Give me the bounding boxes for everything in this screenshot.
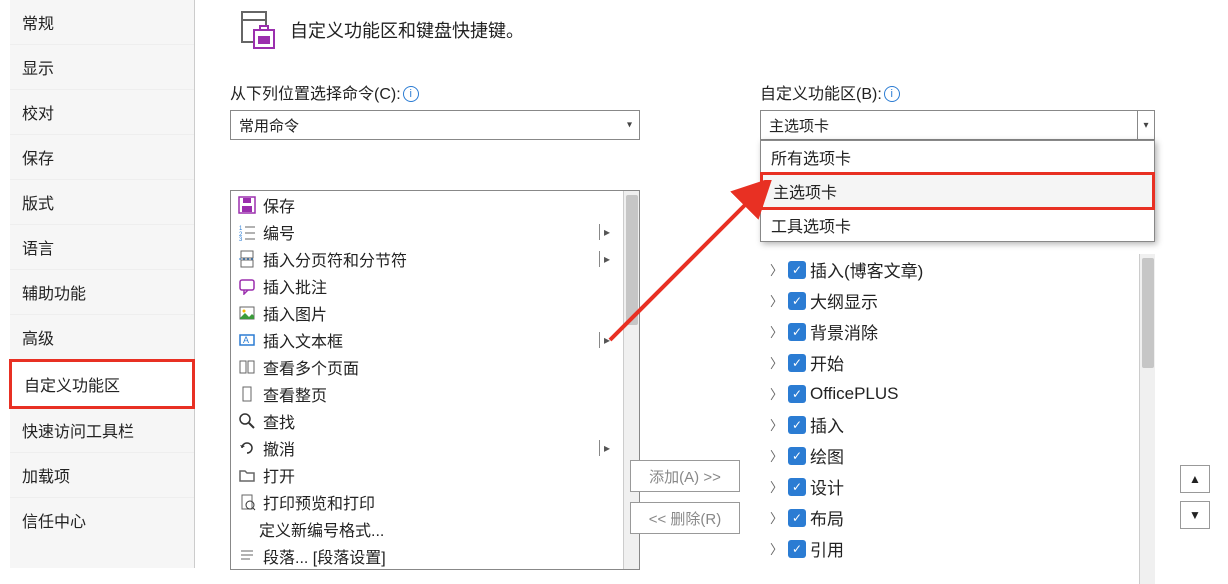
sidebar-item-addins[interactable]: 加载项 <box>10 453 194 498</box>
sidebar-item-accessibility[interactable]: 辅助功能 <box>10 270 194 315</box>
cmd-item-page-break[interactable]: 插入分页符和分节符 ▸ <box>231 245 623 272</box>
customize-ribbon-icon <box>238 10 278 50</box>
checkbox-checked-icon[interactable]: ✓ <box>788 292 806 310</box>
tree-item-design[interactable]: 〉 ✓ 设计 <box>760 471 1139 502</box>
cmd-item-undo[interactable]: 撤消 ▸ <box>231 434 623 461</box>
cmd-item-comment[interactable]: 插入批注 <box>231 272 623 299</box>
add-button[interactable]: 添加(A) >> <box>630 460 740 492</box>
tree-item-references[interactable]: 〉 ✓ 引用 <box>760 533 1139 564</box>
expand-icon[interactable]: ▸ <box>599 440 617 456</box>
tree-item-background-remove[interactable]: 〉 ✓ 背景消除 <box>760 316 1139 347</box>
checkbox-checked-icon[interactable]: ✓ <box>788 354 806 372</box>
find-icon <box>237 411 257 431</box>
textbox-icon: A <box>237 330 257 350</box>
expand-icon[interactable]: ▸ <box>599 224 617 240</box>
checkbox-checked-icon[interactable]: ✓ <box>788 385 806 403</box>
sidebar-item-language[interactable]: 语言 <box>10 225 194 270</box>
sidebar-item-quick-access[interactable]: 快速访问工具栏 <box>10 408 194 453</box>
chevron-right-icon[interactable]: 〉 <box>770 353 784 372</box>
onepage-icon <box>237 384 257 404</box>
scrollbar[interactable] <box>1139 254 1155 584</box>
chevron-right-icon[interactable]: 〉 <box>770 477 784 496</box>
chevron-right-icon[interactable]: 〉 <box>770 384 784 403</box>
open-icon <box>237 465 257 485</box>
checkbox-checked-icon[interactable]: ✓ <box>788 540 806 558</box>
save-icon <box>237 195 257 215</box>
ribbon-tree[interactable]: 〉 ✓ 插入(博客文章) 〉 ✓ 大纲显示 〉 ✓ 背景消除 〉 ✓ 开始 〉 <box>760 254 1155 584</box>
checkbox-checked-icon[interactable]: ✓ <box>788 323 806 341</box>
chevron-right-icon[interactable]: 〉 <box>770 260 784 279</box>
chevron-right-icon[interactable]: 〉 <box>770 539 784 558</box>
checkbox-checked-icon[interactable]: ✓ <box>788 478 806 496</box>
comment-icon <box>237 276 257 296</box>
options-sidebar: 常规 显示 校对 保存 版式 语言 辅助功能 高级 自定义功能区 快速访问工具栏… <box>10 0 195 568</box>
tree-item-outline[interactable]: 〉 ✓ 大纲显示 <box>760 285 1139 316</box>
checkbox-checked-icon[interactable]: ✓ <box>788 447 806 465</box>
remove-button[interactable]: << 删除(R) <box>630 502 740 534</box>
sidebar-item-save[interactable]: 保存 <box>10 135 194 180</box>
ribbon-select-dropdown: 所有选项卡 主选项卡 工具选项卡 <box>760 140 1155 242</box>
cmd-item-open[interactable]: 打开 <box>231 461 623 488</box>
customize-ribbon-select[interactable]: 主选项卡 <box>760 110 1155 140</box>
sidebar-item-proofing[interactable]: 校对 <box>10 90 194 135</box>
main-panel: 自定义功能区和键盘快捷键。 <box>230 0 1228 70</box>
cmd-item-paragraph[interactable]: 段落... [段落设置] <box>231 542 623 569</box>
move-up-button[interactable]: ▲ <box>1180 465 1210 493</box>
move-down-button[interactable]: ▼ <box>1180 501 1210 529</box>
tree-item-layout[interactable]: 〉 ✓ 布局 <box>760 502 1139 533</box>
dropdown-item-main-tabs[interactable]: 主选项卡 <box>760 172 1155 210</box>
numbering-icon: 123 <box>237 222 257 242</box>
multipage-icon <box>237 357 257 377</box>
sidebar-item-general[interactable]: 常规 <box>10 0 194 45</box>
cmd-item-numbering[interactable]: 123 编号 ▸ <box>231 218 623 245</box>
sidebar-item-trust-center[interactable]: 信任中心 <box>10 498 194 542</box>
tree-item-insert-blog[interactable]: 〉 ✓ 插入(博客文章) <box>760 254 1139 285</box>
picture-icon <box>237 303 257 323</box>
print-preview-icon <box>237 492 257 512</box>
choose-commands-select[interactable]: 常用命令 <box>230 110 640 140</box>
svg-text:A: A <box>243 335 249 345</box>
checkbox-checked-icon[interactable]: ✓ <box>788 509 806 527</box>
tree-item-officeplus[interactable]: 〉 ✓ OfficePLUS <box>760 378 1139 409</box>
svg-text:3: 3 <box>239 237 243 241</box>
checkbox-checked-icon[interactable]: ✓ <box>788 416 806 434</box>
chevron-down-icon[interactable]: ▾ <box>1137 110 1155 140</box>
info-icon[interactable]: i <box>403 86 419 102</box>
cmd-item-find[interactable]: 查找 <box>231 407 623 434</box>
cmd-item-save[interactable]: 保存 <box>231 191 623 218</box>
tree-item-home[interactable]: 〉 ✓ 开始 <box>760 347 1139 378</box>
cmd-item-print-preview[interactable]: 打印预览和打印 <box>231 488 623 515</box>
expand-icon[interactable]: ▸ <box>599 332 617 348</box>
choose-commands-label: 从下列位置选择命令(C):i <box>230 80 650 104</box>
chevron-right-icon[interactable]: 〉 <box>770 322 784 341</box>
page-title: 自定义功能区和键盘快捷键。 <box>290 17 524 43</box>
sidebar-item-advanced[interactable]: 高级 <box>10 315 194 360</box>
checkbox-checked-icon[interactable]: ✓ <box>788 261 806 279</box>
customize-ribbon-label: 自定义功能区(B):i <box>760 80 1160 104</box>
sidebar-item-display[interactable]: 显示 <box>10 45 194 90</box>
chevron-right-icon[interactable]: 〉 <box>770 508 784 527</box>
chevron-right-icon[interactable]: 〉 <box>770 415 784 434</box>
expand-icon[interactable]: ▸ <box>599 251 617 267</box>
info-icon[interactable]: i <box>884 86 900 102</box>
chevron-right-icon[interactable]: 〉 <box>770 291 784 310</box>
cmd-item-multipage[interactable]: 查看多个页面 <box>231 353 623 380</box>
cmd-item-textbox[interactable]: A 插入文本框 ▸ <box>231 326 623 353</box>
cmd-item-onepage[interactable]: 查看整页 <box>231 380 623 407</box>
paragraph-icon <box>237 546 257 566</box>
cmd-item-picture[interactable]: 插入图片 <box>231 299 623 326</box>
sidebar-item-layout[interactable]: 版式 <box>10 180 194 225</box>
commands-listbox[interactable]: 保存 123 编号 ▸ 插入分页符和分节符 ▸ 插入批注 插入图片 A <box>230 190 640 570</box>
tree-item-draw[interactable]: 〉 ✓ 绘图 <box>760 440 1139 471</box>
cmd-item-define-numbering[interactable]: 定义新编号格式... <box>231 515 623 542</box>
dropdown-item-tool-tabs[interactable]: 工具选项卡 <box>761 209 1154 241</box>
dropdown-item-all-tabs[interactable]: 所有选项卡 <box>761 141 1154 173</box>
tree-item-insert[interactable]: 〉 ✓ 插入 <box>760 409 1139 440</box>
undo-icon <box>237 438 257 458</box>
sidebar-item-customize-ribbon[interactable]: 自定义功能区 <box>9 359 195 409</box>
chevron-right-icon[interactable]: 〉 <box>770 446 784 465</box>
page-break-icon <box>237 249 257 269</box>
